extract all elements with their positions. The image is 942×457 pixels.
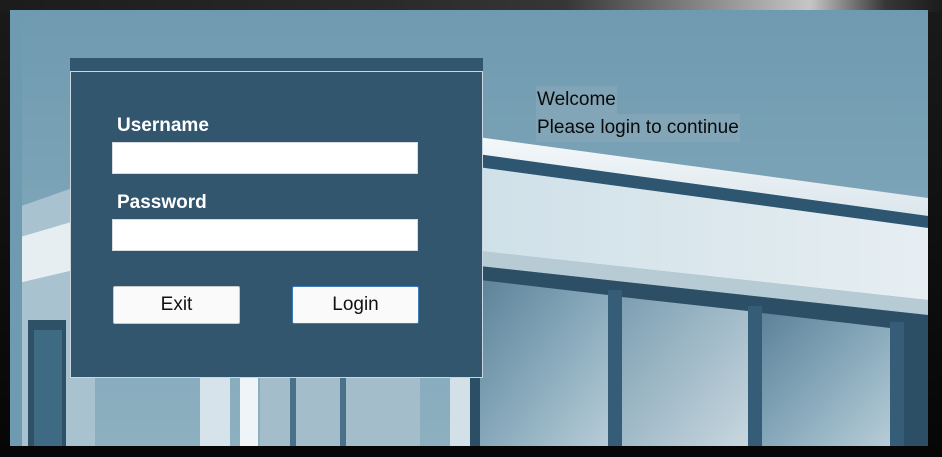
- username-field[interactable]: [112, 142, 418, 174]
- username-label: Username: [117, 115, 209, 136]
- login-button[interactable]: Login: [292, 286, 419, 324]
- welcome-title: Welcome: [536, 86, 617, 114]
- left-edge-strip: [10, 10, 22, 446]
- password-field[interactable]: [112, 219, 418, 251]
- exit-button[interactable]: Exit: [113, 286, 240, 324]
- welcome-subtitle: Please login to continue: [536, 114, 740, 142]
- login-panel: Username Password Exit Login: [70, 71, 483, 378]
- password-label: Password: [117, 192, 207, 213]
- desktop-frame: Welcome Please login to continue Usernam…: [0, 0, 942, 457]
- panel-top-bar: [70, 58, 483, 71]
- welcome-message: Welcome Please login to continue: [536, 86, 740, 142]
- login-window: Welcome Please login to continue Usernam…: [10, 10, 928, 446]
